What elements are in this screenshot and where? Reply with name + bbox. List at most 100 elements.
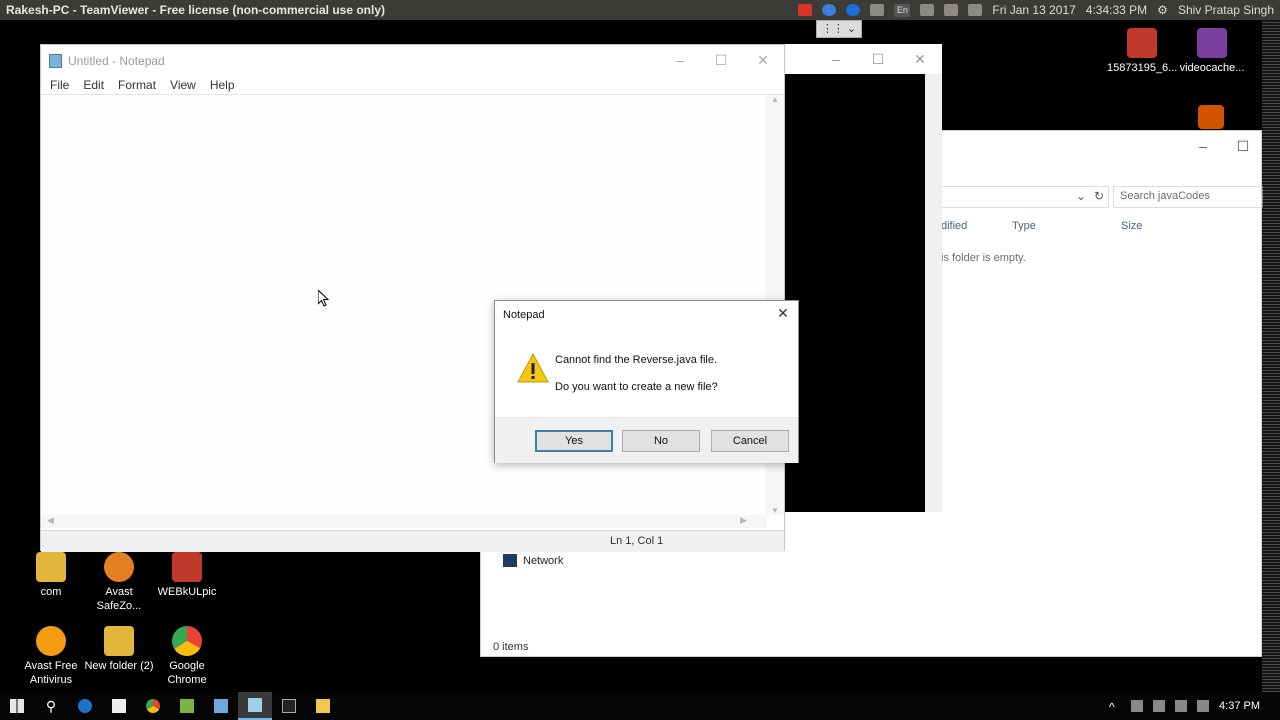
folder-icon	[104, 626, 134, 656]
windows-logo-icon	[10, 699, 24, 713]
vertical-scrollbar[interactable]	[925, 74, 942, 512]
minimize-button[interactable]: –	[1183, 131, 1223, 161]
cancel-button[interactable]: Cancel	[711, 430, 789, 452]
taskbar-file-explorer[interactable]	[306, 692, 340, 720]
window-title: Rakesh-PC - TeamViewer - Free license (n…	[6, 3, 386, 17]
close-icon[interactable]: ✕	[774, 305, 792, 323]
chevron-down-icon[interactable]: ⌄	[1076, 189, 1086, 203]
desktop-icon-label: 15873195_6...	[1107, 62, 1178, 74]
maximize-button[interactable]: ☐	[701, 45, 741, 75]
desktop-icon-label: videocache...	[1179, 62, 1245, 74]
language-indicator[interactable]: En	[894, 3, 911, 17]
taskbar-cmd[interactable]	[272, 692, 306, 720]
teamviewer-icon[interactable]	[846, 4, 861, 16]
desktop-icon-videocache[interactable]: videocache...	[1177, 28, 1247, 75]
mail-icon[interactable]	[920, 4, 935, 16]
desktop-icon-image-file[interactable]: 15873195_6...	[1107, 28, 1177, 75]
dialog-title: Notepad	[503, 309, 545, 321]
dialog-question: Do you want to create a new file?	[555, 381, 718, 393]
warning-icon	[517, 353, 549, 383]
teamviewer-toolbar-handle[interactable]: ⋮⋮ ⌄	[816, 20, 862, 38]
desktop-icon-avast-free[interactable]: Avast Free Antivirus	[16, 626, 86, 687]
edge-icon	[78, 699, 92, 713]
taskbar-android-studio[interactable]	[170, 692, 204, 720]
desktop-icon-app[interactable]	[1176, 105, 1246, 132]
maximize-button[interactable]: ☐	[858, 44, 898, 74]
volume-icon[interactable]	[968, 4, 983, 16]
taskbar-edge[interactable]	[68, 692, 102, 720]
scroll-left-icon[interactable]: ◀	[47, 515, 54, 526]
search-button[interactable]: ⚲	[34, 692, 68, 720]
address-bar[interactable]: ⌄ ↻	[941, 186, 1109, 208]
desktop-icon-label: Google Chrome	[167, 660, 207, 686]
terminal-icon	[282, 699, 296, 713]
scroll-down-icon[interactable]: ▼	[766, 506, 784, 515]
scroll-right-icon[interactable]: ▶	[740, 515, 747, 526]
taskbar-clock[interactable]: 4:37 PM	[1219, 700, 1280, 712]
desktop-icon-label: WEBkULpic	[157, 586, 217, 598]
record-icon[interactable]	[798, 4, 813, 16]
notepad-icon	[49, 54, 62, 68]
user-name[interactable]: Shiv Pratap Singh	[1178, 3, 1274, 17]
network-arrows-icon[interactable]	[870, 4, 885, 16]
mouse-pointer-icon	[318, 290, 330, 307]
no-button[interactable]: No	[622, 430, 700, 452]
desktop-icon-webkulpic[interactable]: WEBkULpic	[152, 552, 222, 599]
search-icon: ⚲	[45, 697, 57, 714]
item-count: 0 items	[493, 641, 529, 653]
taskbar-chrome[interactable]	[136, 692, 170, 720]
column-date-modified[interactable]: dified	[941, 220, 967, 232]
column-type[interactable]: Type	[1012, 220, 1036, 232]
pdf-file-icon	[172, 552, 202, 582]
console-area[interactable]	[784, 74, 925, 512]
windows-taskbar: ⚲ ^ 4:37 PM	[0, 692, 1280, 720]
scroll-up-icon[interactable]: ▲	[766, 95, 784, 104]
menu-file[interactable]: File	[43, 77, 76, 94]
taskbar-virtualbox[interactable]	[204, 692, 238, 720]
desktop-icon-com[interactable]: com	[16, 552, 86, 599]
desktop-icon-new-folder[interactable]: New folder (2)	[84, 626, 154, 673]
column-size[interactable]: Size	[1121, 220, 1142, 232]
menu-help[interactable]: Help	[203, 77, 242, 94]
menu-edit[interactable]: Edit	[76, 77, 111, 94]
battery-icon[interactable]	[944, 4, 959, 16]
messenger-icon[interactable]	[822, 4, 837, 16]
maximize-button[interactable]: ☐	[1223, 131, 1263, 161]
volume-icon[interactable]	[1153, 700, 1166, 712]
battery-icon[interactable]	[1131, 700, 1144, 712]
notepad-window: Untitled - Notepad – ☐ ✕ File Edit Forma…	[40, 44, 785, 552]
status-bar: Ln 1, Col 1	[41, 530, 784, 552]
time-label: 4:34:33 PM	[1085, 3, 1148, 17]
close-button[interactable]: ✕	[743, 45, 783, 75]
refresh-icon[interactable]: ↻	[1094, 189, 1104, 203]
chevron-up-icon[interactable]: ^	[1109, 700, 1121, 714]
desktop-icon-avast-safezone[interactable]: Avast SafeZo...	[84, 552, 154, 613]
desktop-icon-label: Avast SafeZo...	[96, 586, 142, 612]
desktop-icon-label: Avast Free Antivirus	[24, 660, 78, 686]
horizontal-scrollbar[interactable]: ◀ ▶	[41, 515, 767, 528]
android-icon	[180, 699, 194, 713]
gear-icon[interactable]: ⚙	[1157, 3, 1168, 17]
dialog-message: Cannot find the Reverse.java file.	[555, 354, 718, 366]
folder-icon	[36, 552, 66, 582]
start-button[interactable]	[0, 692, 34, 720]
action-center-icon[interactable]	[1197, 700, 1210, 712]
minimize-button[interactable]: –	[816, 44, 856, 74]
minimize-button[interactable]: –	[660, 45, 700, 75]
close-button[interactable]: ✕	[900, 44, 940, 74]
desktop-icon-google-chrome[interactable]: Google Chrome	[152, 626, 222, 687]
date-label: Fri Jan 13 2017	[992, 3, 1076, 17]
teamviewer-top-bar: Rakesh-PC - TeamViewer - Free license (n…	[0, 0, 1280, 20]
yes-button[interactable]: Yes	[535, 430, 613, 452]
search-input[interactable]: Search javaCodes	[1113, 186, 1263, 208]
wifi-icon[interactable]	[1175, 700, 1188, 712]
menu-view[interactable]: View	[163, 77, 203, 94]
notepad-title: Untitled - Notepad	[68, 54, 165, 68]
menu-bar: File Edit Format View Help	[41, 77, 784, 95]
dialog-button-bar: Yes No Cancel	[495, 417, 798, 463]
taskbar-notepad[interactable]	[238, 692, 272, 720]
desktop-icon-label: New folder (2)	[84, 660, 154, 672]
menu-format[interactable]: Format	[111, 77, 163, 94]
taskbar-store[interactable]	[102, 692, 136, 720]
nav-item-network[interactable]: Network	[503, 554, 563, 567]
